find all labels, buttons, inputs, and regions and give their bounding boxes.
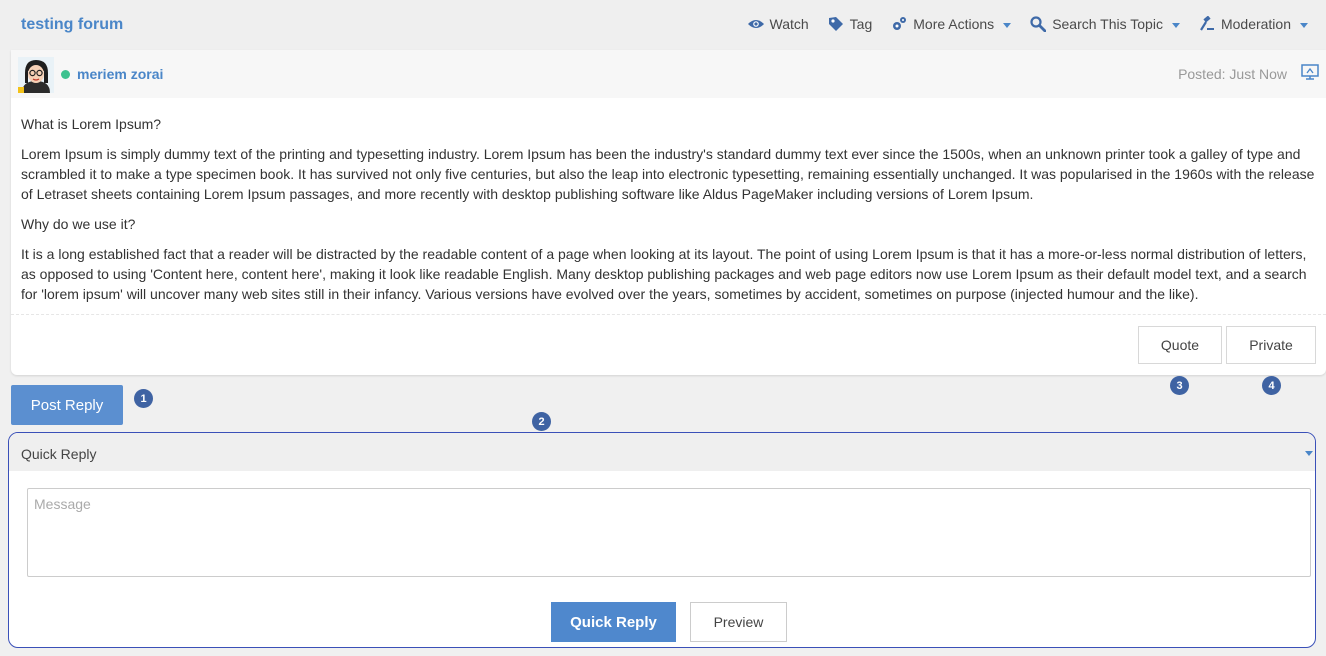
search-topic-dropdown[interactable]: Search This Topic bbox=[1029, 16, 1180, 32]
quote-button[interactable]: Quote bbox=[1138, 326, 1222, 364]
moderation-label: Moderation bbox=[1220, 16, 1291, 32]
post-divider bbox=[11, 314, 1326, 315]
step-badge-1: 1 bbox=[134, 389, 153, 408]
post-card: meriem zorai Posted: Just Now What is Lo… bbox=[11, 50, 1326, 375]
post-paragraph: Why do we use it? bbox=[21, 216, 136, 232]
chevron-down-icon bbox=[1003, 22, 1012, 28]
post-reply-button[interactable]: Post Reply bbox=[11, 385, 123, 425]
chevron-down-icon bbox=[1171, 22, 1180, 28]
message-input[interactable] bbox=[27, 488, 1311, 577]
post-header: meriem zorai Posted: Just Now bbox=[11, 50, 1326, 98]
quick-reply-submit-button[interactable]: Quick Reply bbox=[551, 602, 676, 642]
step-badge-2: 2 bbox=[532, 412, 551, 431]
topic-title: testing forum bbox=[21, 16, 124, 33]
monitor-icon[interactable] bbox=[1301, 64, 1319, 80]
avatar[interactable] bbox=[18, 57, 54, 93]
quick-reply-panel: Quick Reply Quick Reply Preview bbox=[8, 432, 1316, 648]
quick-reply-title: Quick Reply bbox=[21, 446, 97, 462]
online-status-icon bbox=[61, 70, 70, 79]
step-badge-4: 4 bbox=[1262, 376, 1281, 395]
topic-toolbar: testing forum Watch Tag More Actions Sea… bbox=[0, 0, 1326, 50]
more-actions-dropdown[interactable]: More Actions bbox=[890, 16, 1012, 32]
search-icon bbox=[1029, 16, 1047, 32]
quick-reply-header[interactable]: Quick Reply bbox=[9, 433, 1315, 471]
moderation-dropdown[interactable]: Moderation bbox=[1198, 16, 1308, 32]
step-badge-3: 3 bbox=[1170, 376, 1189, 395]
tag-icon bbox=[827, 16, 845, 32]
topic-actions: Watch Tag More Actions Search This Topic bbox=[747, 16, 1308, 32]
search-topic-label: Search This Topic bbox=[1052, 16, 1163, 32]
preview-button[interactable]: Preview bbox=[690, 602, 787, 642]
post-paragraph: Lorem Ipsum is simply dummy text of the … bbox=[21, 146, 1315, 202]
posted-time: Posted: Just Now bbox=[1178, 66, 1287, 82]
gears-icon bbox=[890, 16, 908, 32]
eye-icon bbox=[747, 16, 765, 32]
tag-label: Tag bbox=[849, 16, 873, 32]
chevron-down-icon[interactable] bbox=[1305, 451, 1313, 456]
tag-button[interactable]: Tag bbox=[827, 16, 873, 32]
post-paragraph: It is a long established fact that a rea… bbox=[21, 246, 1307, 302]
chevron-down-icon bbox=[1300, 22, 1308, 28]
post-paragraph: What is Lorem Ipsum? bbox=[21, 116, 162, 132]
post-content: What is Lorem Ipsum? Lorem Ipsum is simp… bbox=[21, 114, 1316, 314]
private-button[interactable]: Private bbox=[1226, 326, 1316, 364]
gavel-icon bbox=[1198, 16, 1216, 32]
watch-label: Watch bbox=[769, 16, 809, 32]
more-actions-label: More Actions bbox=[913, 16, 995, 32]
watch-button[interactable]: Watch bbox=[747, 16, 809, 32]
author-name[interactable]: meriem zorai bbox=[77, 66, 163, 82]
